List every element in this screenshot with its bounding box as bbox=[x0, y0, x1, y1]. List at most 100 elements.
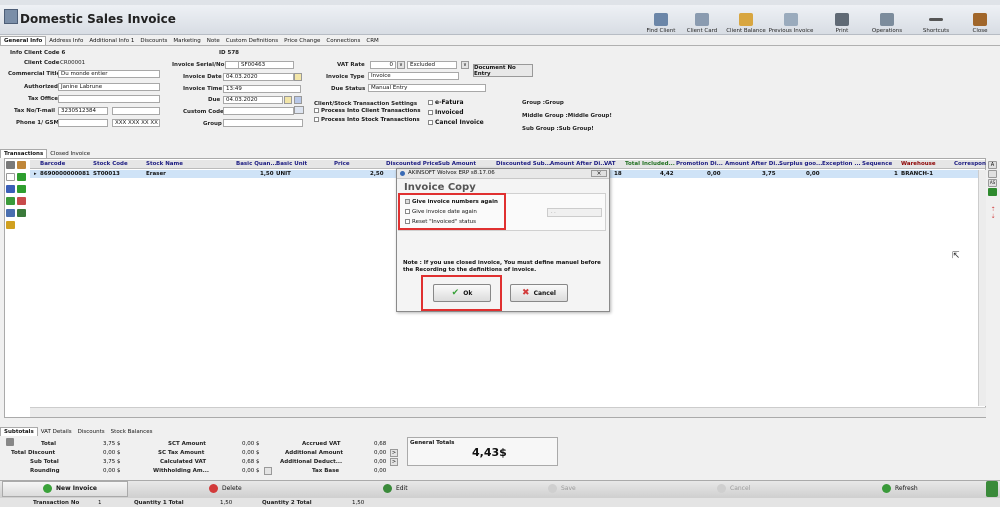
import-icon[interactable] bbox=[6, 197, 15, 205]
cell-total-included[interactable]: 4,42 bbox=[660, 171, 674, 177]
move-down-icon[interactable]: ⇣ bbox=[987, 213, 999, 220]
reset-invoiced-checkbox[interactable]: Reset "Invoiced" status bbox=[405, 219, 476, 225]
col-discounted-price[interactable]: Discounted Price bbox=[386, 161, 438, 167]
new-invoice-button[interactable]: New Invoice bbox=[43, 484, 97, 493]
cell-amount-after-discount[interactable]: 3,75 bbox=[762, 171, 776, 177]
invoice-no-input[interactable]: SF00463 bbox=[238, 61, 294, 69]
grid-horizontal-scrollbar[interactable] bbox=[30, 407, 986, 417]
col-total-included[interactable]: Total Included... bbox=[625, 161, 675, 167]
col-stock-code[interactable]: Stock Code bbox=[93, 161, 128, 167]
invoice-type-select[interactable]: Invoice bbox=[368, 72, 459, 80]
tab-vat-details[interactable]: VAT Details bbox=[38, 428, 75, 436]
col-barcode[interactable]: Barcode bbox=[40, 161, 65, 167]
calendar-icon[interactable] bbox=[284, 96, 292, 104]
currency-icon[interactable] bbox=[17, 185, 26, 193]
new-invoice-date-input[interactable]: . . bbox=[547, 208, 602, 217]
tab-note[interactable]: Note bbox=[204, 37, 223, 45]
custom-code-input[interactable] bbox=[223, 107, 294, 115]
tab-subtotals[interactable]: Subtotals bbox=[0, 427, 38, 436]
withholding-edit-button[interactable] bbox=[264, 467, 272, 475]
cell-stock-code[interactable]: ST00013 bbox=[93, 171, 120, 177]
tab-stock-balances[interactable]: Stock Balances bbox=[108, 428, 156, 436]
text-format-icon[interactable] bbox=[988, 170, 997, 178]
font-size-icon[interactable]: A bbox=[988, 161, 997, 169]
barcode-icon[interactable] bbox=[294, 106, 304, 114]
sort-icon[interactable] bbox=[17, 197, 26, 205]
ok-button[interactable]: ✔ Ok bbox=[433, 284, 491, 302]
upload-icon[interactable] bbox=[986, 481, 998, 497]
tab-closed-invoice[interactable]: Closed Invoice bbox=[47, 150, 93, 158]
operations-button[interactable]: Operations bbox=[870, 6, 904, 34]
copy-icon[interactable] bbox=[6, 185, 15, 193]
commercial-title-input[interactable]: Du monde entier bbox=[58, 70, 160, 78]
col-price[interactable]: Price bbox=[334, 161, 350, 167]
tax-no-input[interactable]: 3230512384 bbox=[58, 107, 108, 115]
as-icon[interactable]: AS bbox=[988, 179, 997, 187]
process-client-checkbox[interactable]: Process Into Client Transactions bbox=[314, 108, 420, 114]
gsm-input[interactable]: XXX XXX XX XX bbox=[112, 119, 160, 127]
tab-connections[interactable]: Connections bbox=[323, 37, 363, 45]
cell-sequence[interactable]: 1 bbox=[894, 171, 898, 177]
tab-address-info[interactable]: Address Info bbox=[46, 37, 86, 45]
phone1-input[interactable] bbox=[58, 119, 108, 127]
authorized-input[interactable]: Janine Labrune bbox=[58, 83, 160, 91]
move-up-icon[interactable]: ⇡ bbox=[987, 206, 999, 213]
find-client-button[interactable]: Find Client bbox=[643, 6, 679, 34]
export-icon[interactable] bbox=[988, 188, 997, 196]
group-select[interactable] bbox=[223, 119, 303, 127]
due-status-select[interactable]: Manual Entry bbox=[368, 84, 486, 92]
additional-deduct-button[interactable]: > bbox=[390, 458, 398, 466]
give-invoice-numbers-checkbox[interactable]: Give invoice numbers again bbox=[405, 199, 498, 205]
cancel-button[interactable]: ✖ Cancel bbox=[510, 284, 568, 302]
refresh-button[interactable]: Refresh bbox=[882, 484, 918, 493]
tab-custom-definitions[interactable]: Custom Definitions bbox=[223, 37, 281, 45]
document-no-entry-button[interactable]: Document No Entry bbox=[473, 64, 533, 77]
column-chooser-icon[interactable] bbox=[17, 161, 26, 169]
cell-vat[interactable]: 18 bbox=[614, 171, 622, 177]
tax-mail-input[interactable] bbox=[112, 107, 160, 115]
cell-barcode[interactable]: 8690000000081 bbox=[40, 171, 90, 177]
cell-stock-name[interactable]: Eraser bbox=[146, 171, 166, 177]
col-vat[interactable]: VAT bbox=[604, 161, 615, 167]
cell-price[interactable]: 2,50 bbox=[370, 171, 384, 177]
cell-basic-unit[interactable]: UNIT bbox=[276, 171, 291, 177]
col-warehouse[interactable]: Warehouse bbox=[901, 161, 936, 167]
dialog-close-button[interactable]: × bbox=[591, 170, 607, 177]
col-amount-after-discount-2[interactable]: Amount After Di... bbox=[725, 161, 782, 167]
edit-button[interactable]: Edit bbox=[383, 484, 408, 493]
cancel-action-button[interactable]: Cancel bbox=[717, 484, 750, 493]
cancel-invoice-checkbox[interactable]: Cancel Invoice bbox=[428, 119, 484, 126]
col-promotion-discount[interactable]: Promotion Di... bbox=[676, 161, 723, 167]
give-invoice-date-checkbox[interactable]: Give invoice date again bbox=[405, 209, 477, 215]
print-button[interactable]: Print bbox=[830, 6, 854, 34]
filter-icon[interactable] bbox=[6, 209, 15, 217]
save-button[interactable]: Save bbox=[548, 484, 576, 493]
delete-button[interactable]: Delete bbox=[209, 484, 242, 493]
cell-surplus-goods[interactable]: 0,00 bbox=[806, 171, 820, 177]
vat-mode-select[interactable]: Excluded bbox=[407, 61, 457, 69]
tab-crm[interactable]: CRM bbox=[363, 37, 381, 45]
cell-promotion-discount[interactable]: 0,00 bbox=[707, 171, 721, 177]
tab-additional-info[interactable]: Additional Info 1 bbox=[86, 37, 137, 45]
tab-discounts-totals[interactable]: Discounts bbox=[75, 428, 108, 436]
additional-amount-button[interactable]: > bbox=[390, 449, 398, 457]
cell-warehouse[interactable]: BRANCH-1 bbox=[901, 171, 933, 177]
calendar-icon[interactable] bbox=[294, 73, 302, 81]
cell-basic-quantity[interactable]: 1,50 bbox=[260, 171, 274, 177]
tab-price-change[interactable]: Price Change bbox=[281, 37, 323, 45]
client-balance-button[interactable]: Client Balance bbox=[726, 6, 766, 34]
calculator-icon[interactable] bbox=[6, 438, 14, 446]
process-stock-checkbox[interactable]: Process Into Stock Transactions bbox=[314, 117, 420, 123]
col-discounted-sub[interactable]: Discounted Sub... bbox=[496, 161, 551, 167]
tax-office-input[interactable] bbox=[58, 95, 160, 103]
col-sub-amount[interactable]: Sub Amount bbox=[438, 161, 476, 167]
invoice-time-input[interactable]: 13:49 bbox=[223, 85, 301, 93]
col-stock-name[interactable]: Stock Name bbox=[146, 161, 183, 167]
col-sequence[interactable]: Sequence bbox=[862, 161, 892, 167]
settings-icon[interactable] bbox=[6, 161, 15, 169]
tab-discounts[interactable]: Discounts bbox=[137, 37, 170, 45]
previous-invoice-button[interactable]: Previous Invoice bbox=[768, 6, 814, 34]
shortcuts-button[interactable]: Shortcuts bbox=[920, 6, 952, 34]
vat-rate-input[interactable]: 0 bbox=[370, 61, 396, 69]
due-date-input[interactable]: 04.03.2020 bbox=[223, 96, 283, 104]
